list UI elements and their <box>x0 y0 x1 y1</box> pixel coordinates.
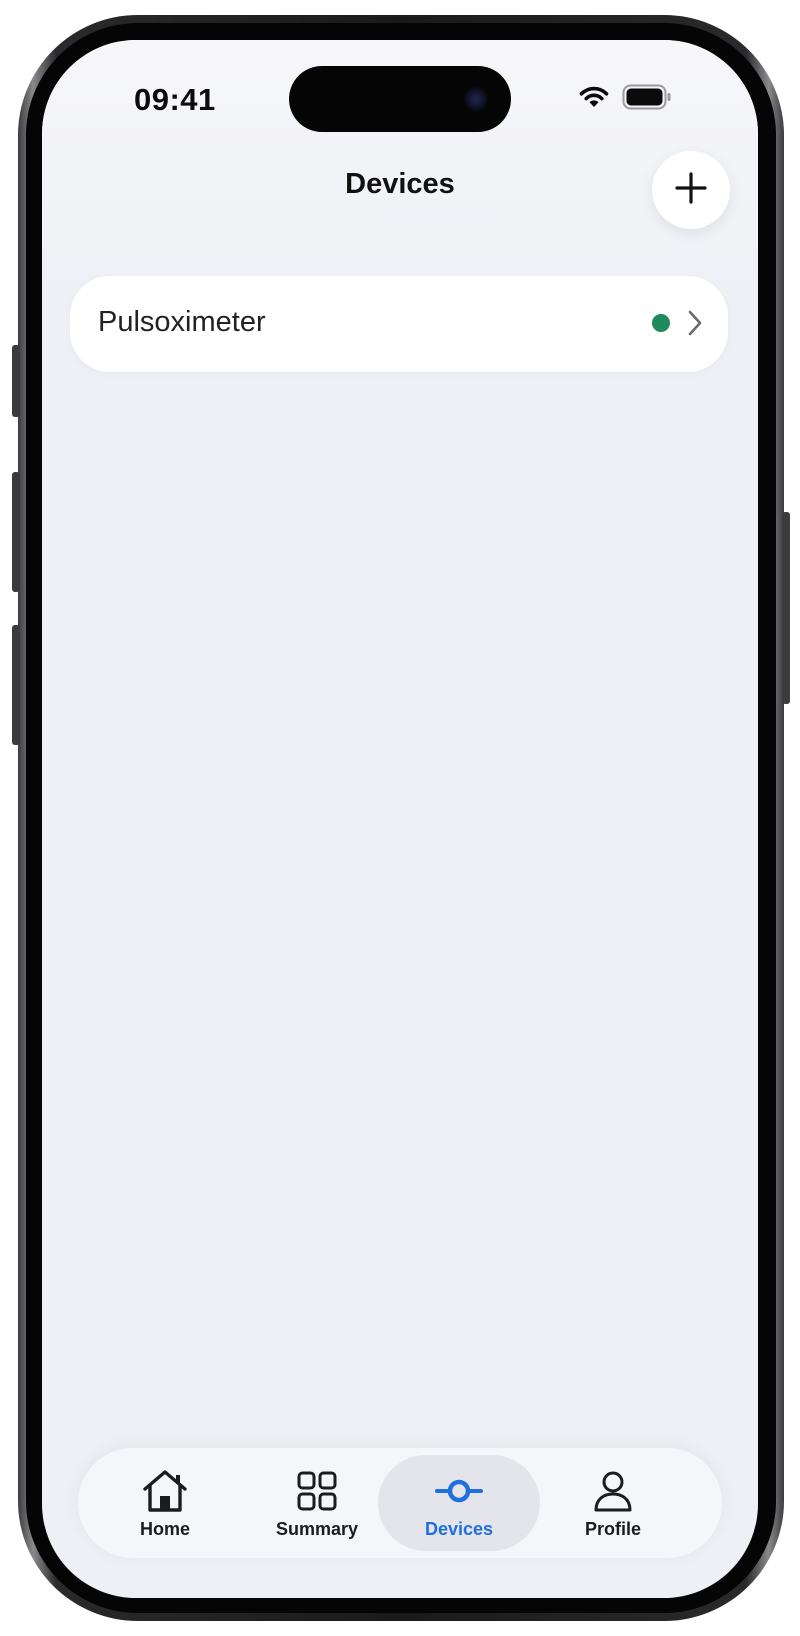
power-button <box>782 512 790 704</box>
action-button <box>12 345 20 417</box>
chevron-right-icon <box>686 308 704 343</box>
person-icon <box>592 1469 634 1513</box>
tab-profile-label: Profile <box>584 1519 641 1539</box>
plus-icon <box>674 171 708 210</box>
home-icon <box>139 1469 191 1513</box>
dynamic-island <box>289 66 511 132</box>
status-icons <box>578 84 672 115</box>
camera-icon <box>463 86 489 112</box>
tab-devices[interactable]: Devices <box>378 1455 540 1551</box>
status-time: 09:41 <box>134 82 216 117</box>
add-device-button[interactable] <box>652 151 730 229</box>
tab-home[interactable]: Home <box>84 1455 246 1551</box>
battery-icon <box>622 84 672 115</box>
device-list-item[interactable]: Pulsoximeter <box>70 276 728 372</box>
app-screen: 09:41 Devices Pulsoximeter Home Summary … <box>42 40 758 1598</box>
tab-summary-label: Summary <box>275 1519 359 1539</box>
tab-summary[interactable]: Summary <box>236 1455 398 1551</box>
wifi-icon <box>578 85 610 114</box>
devices-icon <box>435 1469 483 1513</box>
tab-profile[interactable]: Profile <box>532 1455 694 1551</box>
grid-icon <box>296 1469 338 1513</box>
tab-bar: Home Summary Devices Profile <box>78 1448 722 1558</box>
volume-up-button <box>12 472 20 592</box>
connection-status-dot <box>652 314 670 332</box>
tab-devices-label: Devices <box>424 1519 494 1539</box>
volume-down-button <box>12 625 20 745</box>
tab-home-label: Home <box>139 1519 190 1539</box>
page-title: Devices <box>345 168 455 200</box>
device-name: Pulsoximeter <box>98 306 266 338</box>
